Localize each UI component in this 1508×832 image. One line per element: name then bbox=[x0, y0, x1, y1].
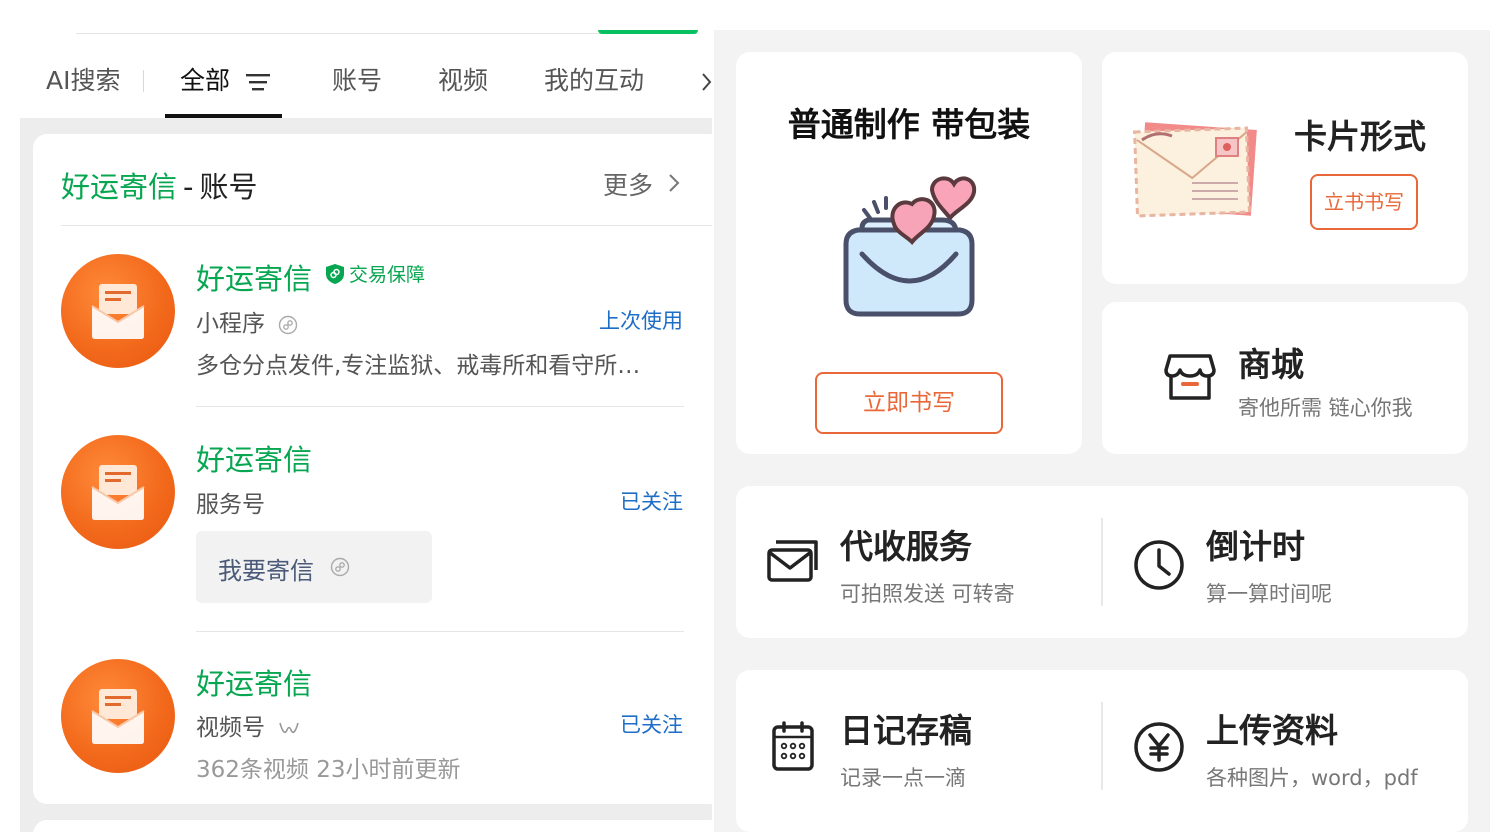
feature-collection-service[interactable]: 代收服务 可拍照发送 可转寄 bbox=[736, 486, 1102, 638]
feature-title: 日记存稿 bbox=[840, 711, 972, 750]
tab-account[interactable]: 账号 bbox=[332, 64, 382, 98]
yuan-icon bbox=[1134, 722, 1184, 772]
love-letter-illustration bbox=[843, 176, 977, 317]
account-results-card: 好运寄信 - 账号 更多 好运寄信 交易保障 小程序 上次使用 多仓分点发件,专… bbox=[33, 134, 712, 804]
write-now-button[interactable]: 立即书写 bbox=[815, 372, 1003, 434]
feature-countdown[interactable]: 倒计时 算一算时间呢 bbox=[1102, 486, 1468, 638]
filter-icon[interactable] bbox=[246, 72, 270, 92]
channels-icon bbox=[279, 722, 300, 733]
calendar-icon bbox=[772, 721, 814, 771]
standard-letter-card[interactable]: 普通制作 带包装 立即书写 bbox=[736, 52, 1082, 454]
mini-program-home: 普通制作 带包装 立即书写 卡片形式 立书书写 商城 寄他所需 链心你我 代收服… bbox=[714, 30, 1490, 832]
envelope-icon bbox=[767, 540, 818, 582]
top-strip bbox=[714, 0, 1508, 30]
feature-diary-drafts[interactable]: 日记存稿 记录一点一滴 bbox=[736, 670, 1102, 832]
result-item-channels[interactable]: 好运寄信 视频号 已关注 362条视频 23小时前更新 bbox=[33, 134, 712, 804]
feature-subtitle: 算一算时间呢 bbox=[1206, 582, 1332, 606]
search-button-edge[interactable] bbox=[598, 30, 698, 34]
feature-title: 上传资料 bbox=[1206, 711, 1338, 750]
next-card-edge bbox=[33, 820, 712, 832]
feature-title: 代收服务 bbox=[840, 527, 972, 566]
mall-title: 商城 bbox=[1238, 345, 1304, 384]
postcard-card[interactable]: 卡片形式 立书书写 bbox=[1102, 52, 1468, 284]
result-name[interactable]: 好运寄信 bbox=[196, 661, 312, 703]
avatar[interactable] bbox=[61, 659, 175, 773]
postcard-illustration bbox=[1133, 122, 1257, 218]
tab-ai-search[interactable]: AI搜索 bbox=[46, 64, 120, 98]
chevron-right-icon bbox=[702, 73, 712, 91]
tab-my-interactions[interactable]: 我的互动 bbox=[544, 64, 644, 98]
feature-subtitle: 记录一点一滴 bbox=[840, 766, 966, 790]
shop-icon bbox=[1164, 354, 1216, 400]
mall-card[interactable]: 商城 寄他所需 链心你我 bbox=[1102, 302, 1468, 454]
standard-letter-title: 普通制作 带包装 bbox=[787, 105, 1031, 144]
search-results-panel: AI搜索 全部 账号 视频 我的互动 好运寄信 - 账号 更多 好运寄信 交易保… bbox=[0, 0, 712, 832]
feature-row: 代收服务 可拍照发送 可转寄 倒计时 算一算时间呢 bbox=[736, 486, 1468, 638]
tab-video[interactable]: 视频 bbox=[438, 64, 488, 98]
postcard-title: 卡片形式 bbox=[1294, 117, 1426, 156]
search-tabs: AI搜索 全部 账号 视频 我的互动 bbox=[0, 44, 712, 118]
feature-row: 日记存稿 记录一点一滴 上传资料 各种图片，word，pdf bbox=[736, 670, 1468, 832]
mail-icon bbox=[91, 689, 145, 744]
postcard-write-button[interactable]: 立书书写 bbox=[1310, 174, 1418, 230]
feature-subtitle: 可拍照发送 可转寄 bbox=[840, 582, 1015, 606]
feature-title: 倒计时 bbox=[1206, 527, 1305, 566]
tab-all[interactable]: 全部 bbox=[180, 64, 230, 98]
feature-subtitle: 各种图片，word，pdf bbox=[1206, 766, 1418, 790]
result-status[interactable]: 已关注 bbox=[620, 709, 683, 739]
feature-upload-files[interactable]: 上传资料 各种图片，word，pdf bbox=[1102, 670, 1468, 832]
result-meta: 362条视频 23小时前更新 bbox=[196, 757, 461, 783]
tab-divider bbox=[143, 70, 144, 92]
mall-subtitle: 寄他所需 链心你我 bbox=[1238, 396, 1413, 420]
result-type-label: 视频号 bbox=[196, 715, 265, 741]
result-type: 视频号 bbox=[196, 708, 300, 742]
clock-icon bbox=[1134, 540, 1184, 590]
